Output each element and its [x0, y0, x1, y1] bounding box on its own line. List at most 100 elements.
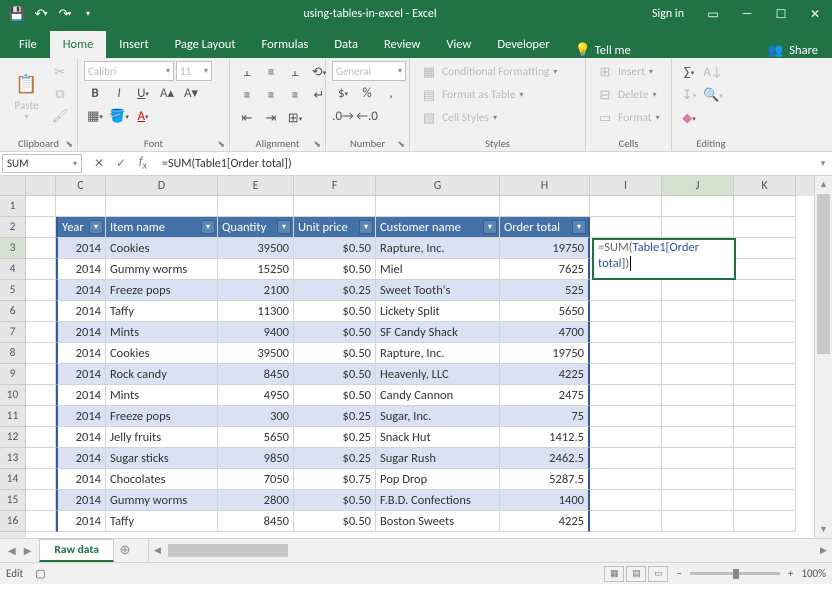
delete-cells-button[interactable]: ⊟Delete▾	[592, 84, 661, 106]
table-cell[interactable]: 11300	[218, 301, 294, 322]
name-box[interactable]: SUM▾	[2, 154, 82, 173]
font-family-select[interactable]: Calibri▾	[84, 61, 174, 81]
table-cell[interactable]: Cookies	[106, 343, 218, 364]
enter-formula-button[interactable]: ✓	[110, 156, 132, 171]
tab-data[interactable]: Data	[321, 31, 371, 58]
align-top-button[interactable]: ⫠	[236, 61, 258, 83]
table-cell[interactable]: Snack Hut	[376, 427, 500, 448]
table-cell[interactable]: $0.50	[294, 322, 376, 343]
table-cell[interactable]: Pop Drop	[376, 469, 500, 490]
table-header[interactable]: Unit price▾	[294, 217, 376, 238]
table-cell[interactable]: Cookies	[106, 238, 218, 259]
table-cell[interactable]: F.B.D. Confections	[376, 490, 500, 511]
minimize-button[interactable]: —	[730, 0, 764, 28]
table-cell[interactable]: 2014	[56, 280, 106, 301]
table-cell[interactable]: $0.75	[294, 469, 376, 490]
clipboard-launcher[interactable]: ⬊	[65, 139, 73, 150]
table-cell[interactable]: 1400	[500, 490, 590, 511]
table-cell[interactable]: 2014	[56, 301, 106, 322]
table-cell[interactable]: 4225	[500, 364, 590, 385]
table-cell[interactable]: 4225	[500, 511, 590, 532]
col-header[interactable]: J	[662, 176, 734, 196]
zoom-slider[interactable]	[690, 572, 780, 575]
fill-button[interactable]: ↧▾	[678, 84, 700, 106]
spreadsheet-grid[interactable]: C D E F G H I J K 1234567891011121314151…	[0, 176, 832, 538]
table-cell[interactable]: $0.50	[294, 364, 376, 385]
table-cell[interactable]: 2014	[56, 364, 106, 385]
tab-home[interactable]: Home	[50, 31, 107, 58]
align-bottom-button[interactable]: ⫠	[284, 61, 306, 83]
table-cell[interactable]: Freeze pops	[106, 280, 218, 301]
ribbon-options-icon[interactable]: ▭	[696, 0, 730, 28]
scroll-down-button[interactable]: ▼	[815, 521, 832, 538]
table-cell[interactable]: 2014	[56, 238, 106, 259]
select-all-corner[interactable]	[0, 176, 26, 196]
table-header[interactable]: Item name▾	[106, 217, 218, 238]
table-cell[interactable]: 2462.5	[500, 448, 590, 469]
table-cell[interactable]: Rock candy	[106, 364, 218, 385]
row-header[interactable]: 13	[0, 448, 26, 469]
table-cell[interactable]: 2014	[56, 448, 106, 469]
col-header[interactable]: C	[56, 176, 106, 196]
decrease-decimal-button[interactable]: ←.0	[356, 105, 378, 127]
filter-icon[interactable]: ▾	[572, 220, 586, 234]
col-header[interactable]: H	[500, 176, 590, 196]
tab-insert[interactable]: Insert	[106, 31, 161, 58]
table-header[interactable]: Year▾	[56, 217, 106, 238]
align-left-button[interactable]: ≡	[236, 84, 258, 106]
tab-file[interactable]: File	[6, 31, 50, 58]
row-header[interactable]: 6	[0, 301, 26, 322]
table-cell[interactable]: 2014	[56, 322, 106, 343]
row-header[interactable]: 2	[0, 217, 26, 238]
table-cell[interactable]: Sugar Rush	[376, 448, 500, 469]
table-cell[interactable]: Sugar sticks	[106, 448, 218, 469]
table-cell[interactable]: 4950	[218, 385, 294, 406]
table-cell[interactable]: Miel	[376, 259, 500, 280]
share-button[interactable]: 👥Share	[754, 43, 832, 58]
close-button[interactable]: ✕	[798, 0, 832, 28]
table-cell[interactable]: 2014	[56, 406, 106, 427]
row-header[interactable]: 15	[0, 490, 26, 511]
row-header[interactable]: 5	[0, 280, 26, 301]
align-right-button[interactable]: ≡	[284, 84, 306, 106]
table-cell[interactable]: 525	[500, 280, 590, 301]
table-cell[interactable]: $0.25	[294, 427, 376, 448]
italic-button[interactable]: I	[108, 82, 130, 104]
table-cell[interactable]: Sweet Tooth's	[376, 280, 500, 301]
increase-indent-button[interactable]: ⇥	[260, 107, 282, 129]
row-header[interactable]: 14	[0, 469, 26, 490]
tab-formulas[interactable]: Formulas	[249, 31, 322, 58]
sign-in-link[interactable]: Sign in	[640, 7, 696, 21]
table-cell[interactable]: 19750	[500, 238, 590, 259]
format-cells-button[interactable]: ▭Format▾	[592, 107, 664, 129]
decrease-indent-button[interactable]: ⇤	[236, 107, 258, 129]
table-cell[interactable]: 9850	[218, 448, 294, 469]
table-cell[interactable]: 1412.5	[500, 427, 590, 448]
autosum-button[interactable]: ∑▾	[678, 61, 700, 83]
tab-review[interactable]: Review	[371, 31, 433, 58]
table-cell[interactable]: 5650	[218, 427, 294, 448]
table-cell[interactable]: Mints	[106, 385, 218, 406]
table-cell[interactable]: Heavenly, LLC	[376, 364, 500, 385]
table-cell[interactable]: $0.50	[294, 490, 376, 511]
col-header[interactable]: E	[218, 176, 294, 196]
table-cell[interactable]: 2014	[56, 259, 106, 280]
table-cell[interactable]: 7625	[500, 259, 590, 280]
scroll-right-button[interactable]: ▶	[815, 542, 832, 559]
hscroll-thumb[interactable]	[168, 544, 288, 557]
table-cell[interactable]: 8450	[218, 364, 294, 385]
active-cell-content[interactable]: =SUM(Table1[Order total])	[595, 239, 735, 274]
row-header[interactable]: 8	[0, 343, 26, 364]
table-cell[interactable]: $0.50	[294, 259, 376, 280]
filter-icon[interactable]: ▾	[201, 220, 215, 234]
table-cell[interactable]: Sugar, Inc.	[376, 406, 500, 427]
row-header[interactable]: 3	[0, 238, 26, 259]
undo-button[interactable]: ↶▾	[30, 3, 52, 25]
table-cell[interactable]: Rapture, Inc.	[376, 238, 500, 259]
table-header[interactable]: Order total▾	[500, 217, 590, 238]
col-header[interactable]: D	[106, 176, 218, 196]
col-header[interactable]: I	[590, 176, 662, 196]
number-launcher[interactable]: ⬊	[397, 139, 405, 150]
table-cell[interactable]: SF Candy Shack	[376, 322, 500, 343]
sheet-tab[interactable]: Raw data	[39, 539, 114, 562]
